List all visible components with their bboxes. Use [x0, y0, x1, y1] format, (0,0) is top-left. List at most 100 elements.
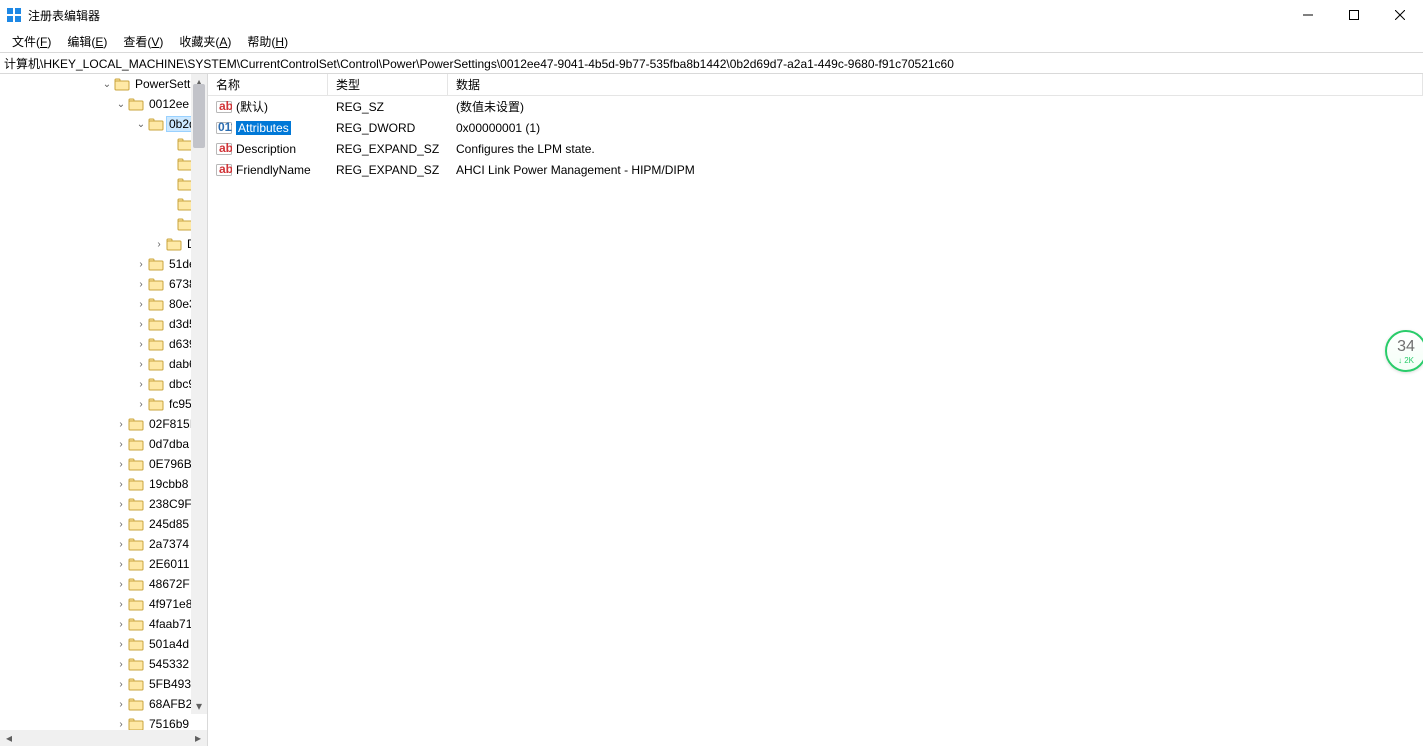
tree-item[interactable]: 0 [0, 134, 207, 154]
chevron-right-icon[interactable]: › [152, 239, 166, 250]
tree-item[interactable]: 2 [0, 174, 207, 194]
chevron-right-icon[interactable]: › [134, 339, 148, 350]
menu-view[interactable]: 查看(V) [115, 31, 171, 52]
tree-item[interactable]: › 4f971e8 [0, 594, 207, 614]
column-header-data[interactable]: 数据 [448, 74, 1423, 95]
scroll-thumb[interactable] [193, 84, 205, 148]
tree-item[interactable]: ›245d85 [0, 514, 207, 534]
tree-item[interactable]: ›fc95a [0, 394, 207, 414]
tree-item[interactable]: ⌄0b2d [0, 114, 207, 134]
chevron-right-icon[interactable]: › [134, 399, 148, 410]
tree-item[interactable]: 3 [0, 194, 207, 214]
value-name: FriendlyName [236, 163, 311, 177]
tree-item[interactable]: ›48672F [0, 574, 207, 594]
scroll-right-arrow-icon[interactable]: ▸ [191, 731, 205, 745]
address-bar[interactable]: 计算机\HKEY_LOCAL_MACHINE\SYSTEM\CurrentCon… [0, 52, 1423, 74]
tree-item[interactable]: ›501a4d [0, 634, 207, 654]
svg-text:ab: ab [219, 162, 232, 176]
chevron-right-icon[interactable]: › [134, 259, 148, 270]
menu-favorites[interactable]: 收藏夹(A) [171, 31, 239, 52]
chevron-right-icon[interactable]: › [114, 479, 128, 490]
tree-item[interactable]: ›7516b9 [0, 714, 207, 730]
tree-item[interactable]: ›5FB493 [0, 674, 207, 694]
tree-item[interactable]: ›2a7374 [0, 534, 207, 554]
value-row[interactable]: ab(默认)REG_SZ(数值未设置) [208, 96, 1423, 117]
chevron-right-icon[interactable]: › [134, 279, 148, 290]
tree-item[interactable]: ›d3d5 [0, 314, 207, 334]
tree-item[interactable]: ›0d7dba [0, 434, 207, 454]
folder-icon [128, 496, 144, 512]
tree-item[interactable]: › 0E796B [0, 454, 207, 474]
chevron-right-icon[interactable]: › [114, 699, 128, 710]
menu-help[interactable]: 帮助(H) [239, 31, 296, 52]
value-data: AHCI Link Power Management - HIPM/DIPM [448, 163, 1423, 177]
close-button[interactable] [1377, 0, 1423, 30]
tree-item[interactable]: ›51de [0, 254, 207, 274]
tree-item[interactable]: 4 [0, 214, 207, 234]
tree-item[interactable]: ›2E6011 [0, 554, 207, 574]
chevron-right-icon[interactable]: › [114, 439, 128, 450]
address-text: 计算机\HKEY_LOCAL_MACHINE\SYSTEM\CurrentCon… [4, 55, 954, 72]
value-row[interactable]: abFriendlyNameREG_EXPAND_SZAHCI Link Pow… [208, 159, 1423, 180]
chevron-right-icon[interactable]: › [134, 359, 148, 370]
chevron-right-icon[interactable]: › [114, 599, 128, 610]
tree-item[interactable]: ›dab6 [0, 354, 207, 374]
tree-item[interactable]: ›545332 [0, 654, 207, 674]
chevron-right-icon[interactable]: › [114, 719, 128, 730]
chevron-down-icon[interactable]: ⌄ [114, 99, 128, 110]
chevron-right-icon[interactable]: › [134, 379, 148, 390]
chevron-right-icon[interactable]: › [114, 519, 128, 530]
chevron-right-icon[interactable]: › [114, 679, 128, 690]
chevron-right-icon[interactable]: › [114, 499, 128, 510]
column-header-name[interactable]: 名称 [208, 74, 328, 95]
scroll-left-arrow-icon[interactable]: ◂ [2, 731, 16, 745]
chevron-right-icon[interactable]: › [114, 539, 128, 550]
menu-edit[interactable]: 编辑(E) [59, 31, 115, 52]
value-row[interactable]: abDescriptionREG_EXPAND_SZConfigures the… [208, 138, 1423, 159]
tree-item[interactable]: ⌄PowerSett [0, 74, 207, 94]
tree-item[interactable]: ⌄0012ee [0, 94, 207, 114]
tree-item[interactable]: 1 [0, 154, 207, 174]
tree-view[interactable]: ⌄PowerSett⌄0012ee⌄0b2d01234›De›51de›6738… [0, 74, 207, 730]
folder-icon [128, 616, 144, 632]
list-pane: 名称 类型 数据 ab(默认)REG_SZ(数值未设置)011Attribute… [208, 74, 1423, 746]
tree-item[interactable]: ›02F815I [0, 414, 207, 434]
chevron-right-icon[interactable]: › [114, 579, 128, 590]
reg-string-icon: ab [216, 162, 232, 178]
chevron-right-icon[interactable]: › [114, 639, 128, 650]
tree-horizontal-scrollbar[interactable]: ◂ ▸ [0, 730, 207, 746]
tree-item-label: 0E796B [147, 457, 194, 471]
tree-item[interactable]: ›d639 [0, 334, 207, 354]
tree-item[interactable]: ›6738 [0, 274, 207, 294]
tree-item[interactable]: ›19cbb8 [0, 474, 207, 494]
regedit-icon [6, 7, 22, 23]
minimize-button[interactable] [1285, 0, 1331, 30]
tree-item-label: 4f971e8 [147, 597, 194, 611]
tree-item[interactable]: ›68AFB2 [0, 694, 207, 714]
tree-item[interactable]: ›De [0, 234, 207, 254]
folder-icon [128, 656, 144, 672]
menu-file[interactable]: 文件(F) [4, 31, 59, 52]
tree-item[interactable]: ›80e3 [0, 294, 207, 314]
value-row[interactable]: 011AttributesREG_DWORD0x00000001 (1) [208, 117, 1423, 138]
svg-text:ab: ab [219, 99, 232, 113]
folder-icon [128, 576, 144, 592]
list-body[interactable]: ab(默认)REG_SZ(数值未设置)011AttributesREG_DWOR… [208, 96, 1423, 746]
tree-vertical-scrollbar[interactable]: ▴ ▾ [191, 74, 207, 714]
chevron-right-icon[interactable]: › [114, 619, 128, 630]
tree-item[interactable]: ›238C9F [0, 494, 207, 514]
chevron-down-icon[interactable]: ⌄ [134, 119, 148, 130]
chevron-right-icon[interactable]: › [134, 319, 148, 330]
chevron-right-icon[interactable]: › [114, 419, 128, 430]
tree-item[interactable]: ›4faab71 [0, 614, 207, 634]
chevron-right-icon[interactable]: › [114, 559, 128, 570]
tree-item[interactable]: ›dbc9 [0, 374, 207, 394]
column-header-type[interactable]: 类型 [328, 74, 448, 95]
maximize-button[interactable] [1331, 0, 1377, 30]
chevron-right-icon[interactable]: › [114, 659, 128, 670]
floating-speed-widget[interactable]: 34 ↓ 2K [1385, 330, 1423, 372]
scroll-down-arrow-icon[interactable]: ▾ [191, 698, 207, 714]
chevron-down-icon[interactable]: ⌄ [100, 79, 114, 90]
chevron-right-icon[interactable]: › [134, 299, 148, 310]
chevron-right-icon[interactable]: › [114, 459, 128, 470]
